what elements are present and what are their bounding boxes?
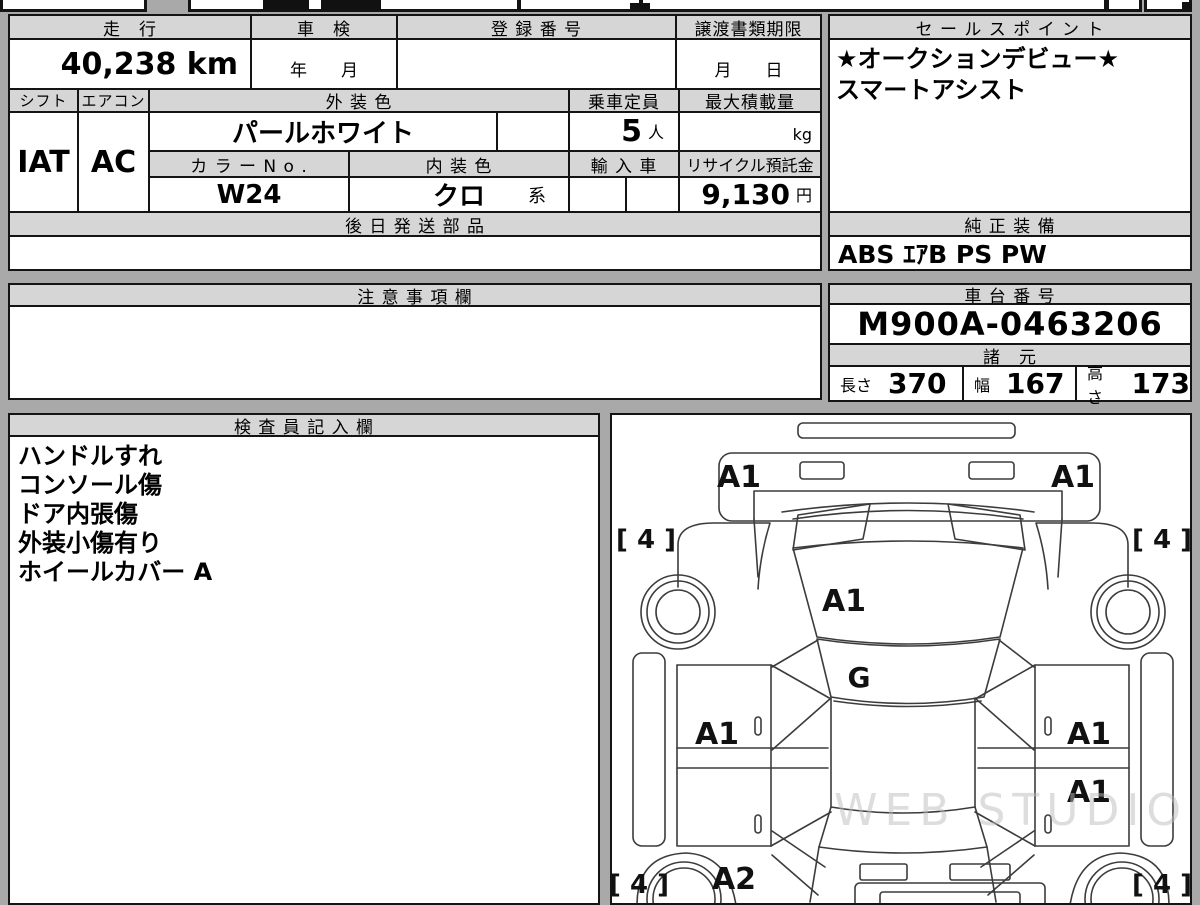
recycle-deposit-number: 9,130 — [701, 178, 790, 211]
chassis-no-header: 車 台 番 号 — [828, 283, 1192, 305]
chassis-no-value: M900A-0463206 — [828, 303, 1192, 345]
inspector-note-line: ホイールカバー A — [18, 558, 213, 586]
spec-width: 幅 167 — [962, 365, 1077, 402]
exterior-color-header: 外 装 色 — [148, 88, 570, 113]
tire-depth-rear-right: [ 4 ] — [1132, 870, 1192, 900]
inspector-note-line: コンソール傷 — [18, 471, 162, 499]
registration-value — [396, 38, 677, 90]
spec-height-label: 高さ — [1087, 363, 1104, 407]
sales-point-line: ★オークションデビュー★ — [836, 45, 1120, 73]
recycle-deposit-header: リサイクル預託金 — [678, 150, 822, 178]
inspector-note-line: 外装小傷有り — [18, 529, 162, 557]
transfer-deadline-value: 月 日 — [675, 38, 822, 90]
inspection-value: 年 月 — [250, 38, 398, 90]
mileage-header: 走 行 — [8, 14, 252, 40]
cropped-text-fragment — [1182, 2, 1192, 10]
tire-depth-rear-left: [ 4 ] — [612, 870, 669, 900]
max-load-value: kg — [678, 111, 822, 152]
capacity-unit: 人 — [647, 122, 664, 142]
damage-label-windshield: G — [848, 661, 871, 694]
capacity-value: 5 人 — [568, 111, 680, 152]
inspector-notes-header: 検 査 員 記 入 欄 — [8, 413, 600, 437]
imported-header: 輸 入 車 — [568, 150, 680, 178]
spec-length: 長さ 370 — [828, 365, 964, 402]
specs-header: 諸 元 — [828, 343, 1192, 367]
cropped-cell — [0, 0, 147, 12]
interior-color-value: クロ 系 — [348, 176, 570, 213]
recycle-deposit-unit: 円 — [795, 185, 812, 205]
imported-value-cell-2 — [625, 176, 680, 213]
car-outline-drawing: A1 A1 [ 4 ] [ 4 ] A1 G A1 A1 A1 A2 [ 4 ]… — [612, 422, 1192, 903]
exterior-color-extra-cell — [496, 111, 570, 152]
registration-header: 登 録 番 号 — [396, 14, 677, 40]
interior-color-name: クロ — [432, 182, 485, 212]
color-no-header: カ ラ ー N o . — [148, 150, 350, 178]
inspector-notes-content: ハンドルすれ コンソール傷 ドア内張傷 外装小傷有り ホイールカバー A — [8, 435, 600, 905]
cropped-cell — [640, 0, 1107, 12]
genuine-equipment-header: 純 正 装 備 — [828, 211, 1192, 237]
spec-height-value: 173 — [1131, 367, 1190, 400]
aircon-header: エアコン — [77, 88, 150, 113]
sales-points-header: セ ー ル ス ポ イ ン ト — [828, 14, 1192, 40]
tire-depth-front-left: [ 4 ] — [616, 525, 676, 555]
damage-label-door-front-left: A1 — [695, 717, 739, 752]
interior-color-suffix: 系 — [528, 185, 546, 207]
max-load-header: 最大積載量 — [678, 88, 822, 113]
exterior-color-value: パールホワイト — [148, 111, 498, 152]
spec-width-value: 167 — [1006, 367, 1065, 400]
parts-later-header: 後 日 発 送 部 品 — [8, 211, 822, 237]
damage-label-front-bumper-right: A1 — [1051, 460, 1095, 495]
cropped-text-fragment — [630, 3, 650, 10]
sales-points-content: ★オークションデビュー★ スマートアシスト — [828, 38, 1192, 213]
parts-later-value — [8, 235, 822, 271]
imported-value-cell-1 — [568, 176, 627, 213]
shift-value: IAT — [8, 111, 79, 213]
cropped-text-fragment — [321, 0, 381, 10]
aircon-value: AC — [77, 111, 150, 213]
inspector-note-line: ハンドルすれ — [18, 442, 162, 470]
cropped-text-fragment — [263, 0, 309, 10]
sales-point-line: スマートアシスト — [836, 76, 1027, 104]
cautions-value — [8, 305, 822, 400]
cropped-cell — [1106, 0, 1142, 12]
capacity-number: 5 — [621, 114, 642, 149]
inspection-header: 車 検 — [250, 14, 398, 40]
damage-label-quarter-rear-left: A2 — [712, 862, 756, 897]
cautions-header: 注 意 事 項 欄 — [8, 283, 822, 307]
cropped-cell — [518, 0, 642, 12]
shift-header: シフト — [8, 88, 79, 113]
car-damage-diagram: A1 A1 [ 4 ] [ 4 ] A1 G A1 A1 A1 A2 [ 4 ]… — [610, 413, 1192, 905]
tire-depth-front-right: [ 4 ] — [1132, 525, 1192, 555]
spec-length-label: 長さ — [840, 375, 873, 395]
spec-height: 高さ 173 — [1075, 364, 1192, 407]
transfer-deadline-header: 譲渡書類期限 — [675, 14, 822, 40]
spec-length-value: 370 — [888, 367, 947, 400]
spec-width-label: 幅 — [974, 375, 991, 395]
damage-label-door-front-right: A1 — [1067, 717, 1111, 752]
inspector-note-line: ドア内張傷 — [18, 500, 138, 528]
damage-label-door-rear-right: A1 — [1067, 775, 1111, 810]
damage-label-front-bumper-left: A1 — [717, 460, 761, 495]
interior-color-header: 内 装 色 — [348, 150, 570, 178]
auction-sheet: { "sheet": { "mileage": {"label": "走 行",… — [0, 0, 1200, 905]
capacity-header: 乗車定員 — [568, 88, 680, 113]
damage-label-hood: A1 — [822, 584, 866, 619]
color-no-value: W24 — [148, 176, 350, 213]
max-load-unit: kg — [792, 125, 812, 144]
mileage-value: 40,238 km — [8, 38, 252, 90]
genuine-equipment-value: ABS ｴｱB PS PW — [828, 235, 1192, 271]
recycle-deposit-value: 9,130 円 — [678, 176, 822, 213]
